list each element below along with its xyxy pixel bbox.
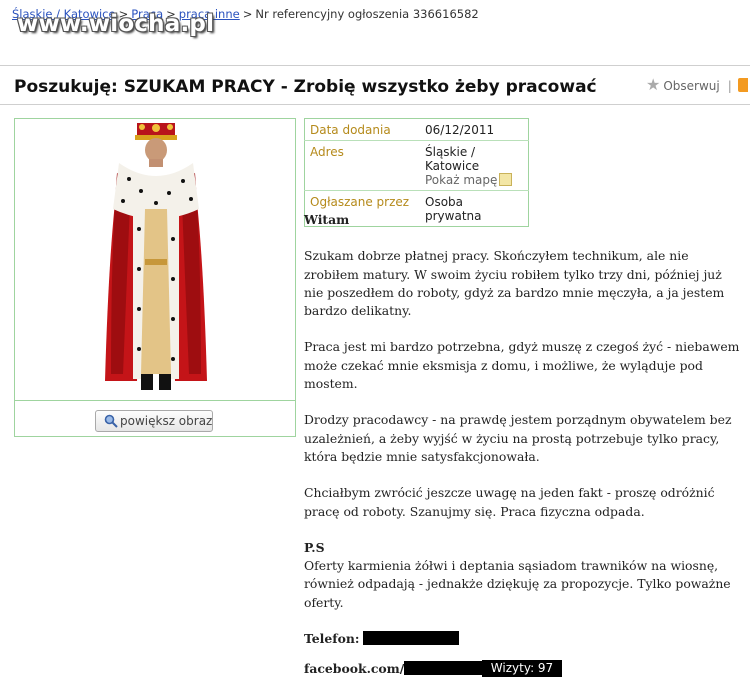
description-paragraph: Chciałbym zwrócić jeszcze uwagę na jeden… (304, 485, 715, 519)
observe-button[interactable]: ★ Obserwuj | (646, 75, 748, 94)
listing-description: Witam Szukam dobrze płatnej pracy. Skońc… (304, 211, 744, 697)
photo-panel: powiększ obraz (14, 118, 296, 437)
show-map-link[interactable]: Pokaż mapę (425, 173, 523, 187)
address-value: Śląskie / Katowice (425, 145, 480, 173)
phone-redaction (363, 631, 460, 646)
ps-label: P.S (304, 539, 325, 555)
address-cell: Śląskie / Katowice Pokaż mapę (420, 140, 529, 191)
title-divider (0, 104, 750, 105)
description-paragraph: Szukam dobrze płatnej pracy. Skończyłem … (304, 248, 725, 319)
map-icon (499, 173, 513, 186)
divider-pipe: | (727, 79, 732, 93)
share-icon[interactable] (737, 78, 748, 92)
visits-counter: Wizyty: 97 (482, 660, 562, 677)
show-map-label: Pokaż mapę (425, 173, 498, 187)
description-paragraph: Praca jest mi bardzo potrzebna, gdyż mus… (304, 339, 740, 392)
listing-photo[interactable] (49, 119, 262, 399)
enlarge-image-button[interactable]: powiększ obraz (95, 410, 213, 432)
ps-text: Oferty karmienia żółwi i deptania sąsiad… (304, 558, 731, 610)
date-label: Data dodania (304, 118, 420, 141)
breadcrumb-current: Nr referencyjny ogłoszenia 336616582 (255, 7, 479, 21)
description-greeting: Witam (304, 212, 350, 227)
info-row-address: Adres Śląskie / Katowice Pokaż mapę (304, 140, 529, 191)
facebook-label: facebook.com/ (304, 661, 405, 677)
magnifier-icon (104, 414, 118, 428)
enlarge-image-label: powiększ obraz (120, 414, 213, 428)
breadcrumb-separator: > (242, 7, 253, 21)
info-row-date: Data dodania 06/12/2011 (304, 118, 529, 141)
top-divider (0, 65, 750, 66)
listing-title: Poszukuję: SZUKAM PRACY - Zrobię wszystk… (14, 77, 597, 97)
phone-line: Telefon: (304, 630, 744, 648)
photo-divider (15, 400, 295, 401)
phone-label: Telefon: (304, 631, 360, 647)
star-icon: ★ (646, 75, 661, 94)
address-label: Adres (304, 140, 420, 191)
watermark-logo: www.wiocha.pl (17, 11, 215, 37)
date-value: 06/12/2011 (420, 118, 529, 141)
observe-label: Obserwuj (663, 79, 720, 93)
description-paragraph: Drodzy pracodawcy - na prawdę jestem por… (304, 412, 732, 464)
